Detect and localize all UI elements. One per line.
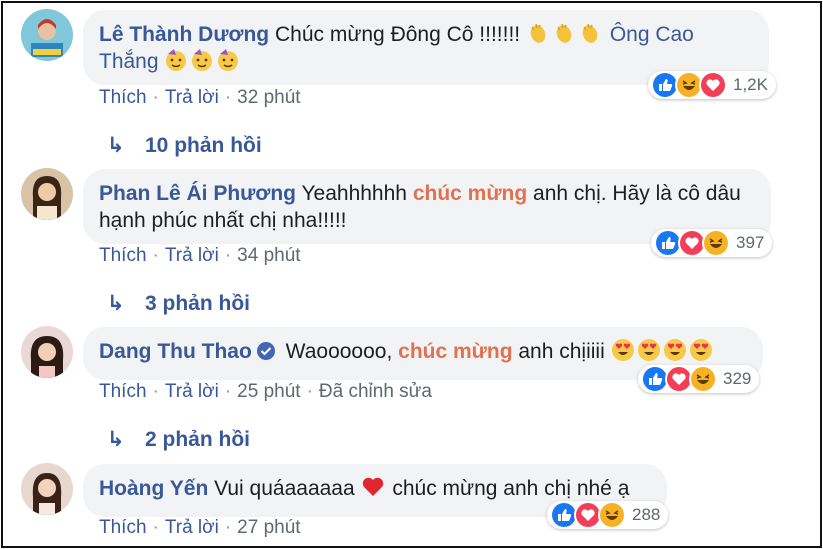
- replies-count: 2 phản hồi: [145, 428, 250, 451]
- separator: ·: [152, 87, 159, 108]
- clapping-hands-icon: [526, 21, 550, 45]
- separator: ·: [224, 245, 232, 266]
- comment-text: chúc mừng anh chị nhé ạ: [386, 477, 630, 500]
- comment-text: Yeahhhhhh: [301, 182, 413, 205]
- comment-actions: Thích · Trả lời · 34 phút: [99, 245, 301, 267]
- avatar[interactable]: [21, 463, 73, 515]
- comment-actions: Thích · Trả lời · 32 phút: [99, 87, 301, 109]
- verified-badge-icon: [256, 341, 276, 361]
- comment-author[interactable]: Hoàng Yến: [99, 477, 208, 500]
- comment-author[interactable]: Phan Lê Ái Phương: [99, 182, 296, 205]
- view-replies-link[interactable]: ↳ 3 phản hồi: [107, 291, 250, 316]
- clapping-hands-icon: [552, 21, 576, 45]
- party-face-icon: [216, 48, 240, 72]
- comments-panel: Lê Thành Dương Chúc mừng Đông Cô !!!!!!!…: [1, 1, 822, 548]
- comment-actions: Thích · Trả lời · 25 phút · Đã chỉnh sửa: [99, 381, 432, 403]
- comment-time[interactable]: 34 phút: [237, 245, 300, 266]
- avatar[interactable]: [21, 326, 73, 378]
- comment-text: Chúc mừng Đông Cô !!!!!!!: [274, 23, 526, 46]
- view-replies-link[interactable]: ↳ 10 phản hồi: [107, 133, 262, 158]
- haha-reaction-icon: [598, 501, 626, 529]
- love-reaction-icon: [699, 71, 727, 99]
- heart-eyes-icon: [689, 338, 713, 362]
- reaction-summary[interactable]: 1,2K: [648, 71, 776, 99]
- separator: ·: [306, 381, 313, 402]
- view-replies-link[interactable]: ↳ 2 phản hồi: [107, 427, 250, 452]
- party-face-icon: [164, 48, 188, 72]
- reply-arrow-icon: ↳: [107, 292, 125, 315]
- separator: ·: [224, 87, 232, 108]
- clapping-hands-icon: [578, 21, 602, 45]
- highlighted-keyword: chúc mừng: [412, 182, 528, 205]
- reply-arrow-icon: ↳: [107, 428, 125, 451]
- separator: ·: [152, 381, 159, 402]
- reaction-count: 288: [632, 505, 661, 524]
- red-heart-icon: [361, 475, 385, 499]
- reaction-count: 329: [723, 369, 752, 388]
- heart-eyes-icon: [663, 338, 687, 362]
- comment-author[interactable]: Lê Thành Dương: [99, 23, 269, 46]
- separator: ·: [224, 381, 232, 402]
- like-link[interactable]: Thích: [99, 517, 147, 538]
- reply-arrow-icon: ↳: [107, 134, 125, 157]
- haha-reaction-icon: [689, 365, 717, 393]
- comment-author[interactable]: Dang Thu Thao: [99, 340, 252, 363]
- like-link[interactable]: Thích: [99, 245, 147, 266]
- reply-link[interactable]: Trả lời: [165, 87, 219, 108]
- replies-count: 10 phản hồi: [145, 134, 262, 157]
- separator: ·: [224, 517, 232, 538]
- reply-link[interactable]: Trả lời: [165, 381, 219, 402]
- separator: ·: [152, 245, 159, 266]
- comment-time[interactable]: 32 phút: [237, 87, 300, 108]
- like-link[interactable]: Thích: [99, 87, 147, 108]
- comment-time[interactable]: 27 phút: [237, 517, 300, 538]
- reaction-summary[interactable]: 288: [547, 501, 669, 529]
- comment-text: Vui quáaaaaaa: [214, 477, 361, 500]
- comment-text: Waoooooo,: [285, 340, 399, 363]
- reply-link[interactable]: Trả lời: [165, 245, 219, 266]
- edited-label[interactable]: Đã chỉnh sửa: [319, 381, 432, 402]
- comment-text: anh chịiiii: [512, 340, 611, 363]
- highlighted-keyword: chúc mừng: [398, 340, 513, 363]
- like-link[interactable]: Thích: [99, 381, 147, 402]
- avatar[interactable]: [21, 168, 73, 220]
- heart-eyes-icon: [637, 338, 661, 362]
- avatar[interactable]: [21, 9, 73, 61]
- haha-reaction-icon: [702, 229, 730, 257]
- reply-link[interactable]: Trả lời: [165, 517, 219, 538]
- heart-eyes-icon: [611, 338, 635, 362]
- comment-actions: Thích · Trả lời · 27 phút: [99, 517, 301, 539]
- party-face-icon: [190, 48, 214, 72]
- comment-time[interactable]: 25 phút: [237, 381, 300, 402]
- reaction-summary[interactable]: 329: [638, 365, 760, 393]
- replies-count: 3 phản hồi: [145, 292, 250, 315]
- reaction-summary[interactable]: 397: [651, 229, 773, 257]
- reaction-count: 1,2K: [733, 75, 768, 94]
- reaction-count: 397: [736, 233, 765, 252]
- separator: ·: [152, 517, 159, 538]
